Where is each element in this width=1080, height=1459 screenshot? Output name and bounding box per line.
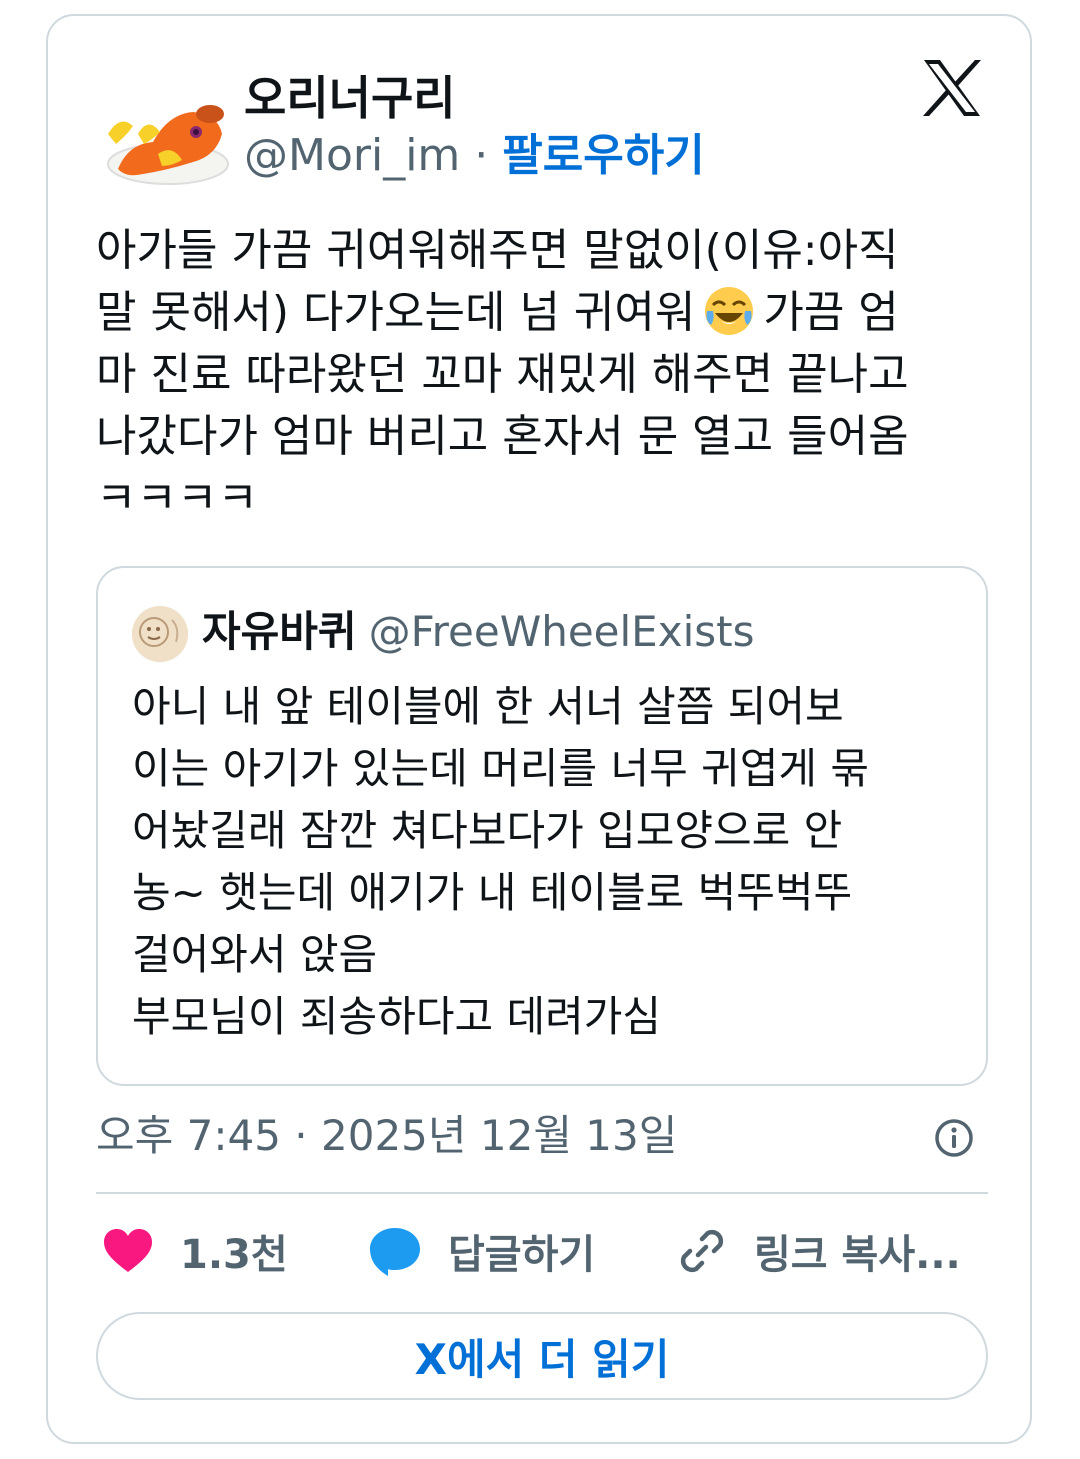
quoted-author-handle: @FreeWheelExists — [368, 607, 755, 656]
reply-label: 답글하기 — [448, 1232, 596, 1278]
divider — [96, 1192, 988, 1194]
author-avatar[interactable] — [98, 74, 232, 202]
tweet-text: 아가들 가끔 귀여워해주면 말없이(이유:아직 말 못해서) 다가오는데 넘 귀… — [96, 220, 976, 530]
link-icon — [680, 1229, 724, 1273]
reply-bubble-icon — [370, 1228, 420, 1276]
like-count: 1.3천 — [180, 1232, 288, 1278]
separator-dot: · — [474, 130, 489, 181]
read-more-button[interactable]: X에서 더 읽기 — [96, 1312, 988, 1400]
copy-link-label: 링크 복사... — [754, 1232, 961, 1278]
follow-link[interactable]: 팔로우하기 — [502, 130, 704, 181]
quoted-tweet-text: 아니 내 앞 테이블에 한 서너 살쯤 되어보 이는 아기가 있는데 머리를 너… — [132, 682, 869, 1041]
like-button[interactable]: 1.3천 — [102, 1216, 288, 1286]
heart-icon — [104, 1229, 152, 1272]
quoted-author-avatar — [132, 606, 188, 662]
copy-link-button[interactable]: 링크 복사... — [676, 1216, 961, 1286]
author-handle[interactable]: @Mori_im — [244, 130, 460, 181]
action-bar: 1.3천 답글하기 링크 복사... — [96, 1216, 988, 1286]
face-with-tears-of-joy-icon — [705, 287, 754, 335]
quoted-author: 자유바퀴 @FreeWheelExists — [202, 602, 754, 662]
reply-button[interactable]: 답글하기 — [368, 1216, 595, 1286]
tweet-timestamp[interactable]: 오후 7:45 · 2025년 12월 13일 — [96, 1106, 677, 1166]
author-name[interactable]: 오리너구리 — [244, 66, 456, 130]
x-logo-icon[interactable] — [920, 56, 984, 120]
embedded-tweet-card: 오리너구리 @Mori_im · 팔로우하기 아가들 가끔 귀여워해주면 말없이… — [46, 14, 1032, 1444]
quoted-author-name: 자유바퀴 — [202, 607, 357, 656]
quoted-tweet[interactable]: 자유바퀴 @FreeWheelExists 아니 내 앞 테이블에 한 서너 살쯤… — [96, 566, 988, 1086]
info-icon[interactable] — [934, 1118, 974, 1158]
author-handle-row: @Mori_im · 팔로우하기 — [244, 124, 705, 188]
